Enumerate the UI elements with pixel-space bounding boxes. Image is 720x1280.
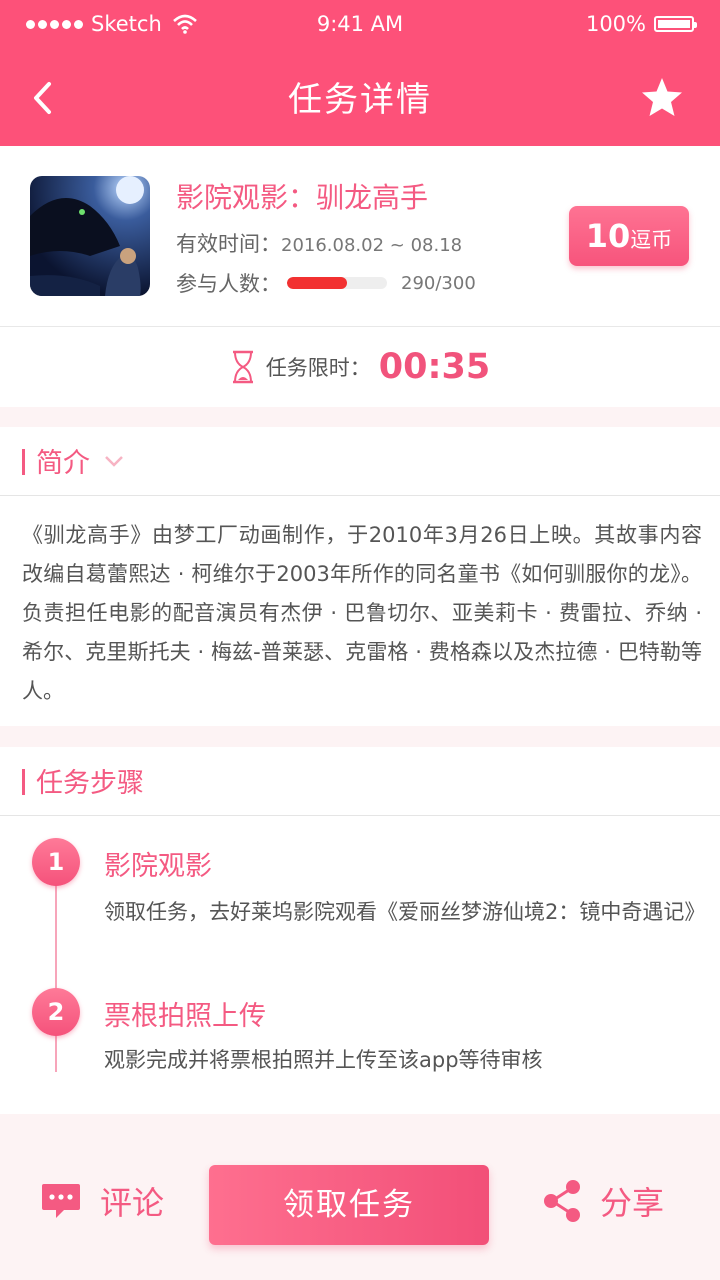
intro-text: 《驯龙高手》由梦工厂动画制作，于2010年3月26日上映。其故事内容改编自葛蕾熙… xyxy=(22,523,702,703)
valid-value: 2016.08.02 ~ 08.18 xyxy=(281,235,463,256)
intro-heading: 简介 xyxy=(36,448,90,479)
reward-badge: 10逗币 xyxy=(569,206,689,266)
step-description: 观影完成并将票根拍照并上传至该app等待审核 xyxy=(104,1048,543,1072)
share-button[interactable]: 分享 xyxy=(542,1178,664,1224)
participants-label: 参与人数： xyxy=(176,272,281,296)
status-bar: Sketch 9:41 AM 100% xyxy=(0,12,720,42)
intro-section-header[interactable]: 简介 xyxy=(0,427,720,496)
section-marker xyxy=(22,449,25,475)
hourglass-icon xyxy=(232,350,253,384)
participants: 参与人数： 290/300 xyxy=(176,268,476,298)
bottom-action-bar: 评论 领取任务 分享 xyxy=(0,1130,720,1280)
task-title: 影院观影：驯龙高手 xyxy=(176,181,429,214)
favorite-button[interactable] xyxy=(640,76,684,118)
task-summary-card: 影院观影：驯龙高手 有效时间：2016.08.02 ~ 08.18 参与人数： … xyxy=(0,146,720,327)
comment-icon xyxy=(42,1184,80,1218)
section-marker xyxy=(22,769,25,795)
step-number: 1 xyxy=(32,838,80,886)
reward-amount: 10 xyxy=(585,217,631,255)
valid-label: 有效时间： xyxy=(176,232,281,256)
comment-label: 评论 xyxy=(100,1184,165,1222)
participants-count: 290/300 xyxy=(401,272,476,294)
share-icon xyxy=(544,1180,580,1222)
step-title: 票根拍照上传 xyxy=(104,1001,266,1032)
battery-percent: 100% xyxy=(585,12,646,36)
page-title: 任务详情 xyxy=(288,80,432,120)
poster-image xyxy=(30,176,150,296)
accept-task-button[interactable]: 领取任务 xyxy=(209,1165,489,1245)
intro-body: 《驯龙高手》由梦工厂动画制作，于2010年3月26日上映。其故事内容改编自葛蕾熙… xyxy=(0,496,720,726)
chevron-down-icon[interactable] xyxy=(104,455,124,467)
participants-progress xyxy=(287,277,387,289)
movie-poster[interactable] xyxy=(30,176,150,296)
steps-section-header: 任务步骤 xyxy=(0,747,720,816)
steps-list: 1 影院观影 领取任务，去好莱坞影院观看《爱丽丝梦游仙境2：镜中奇遇记》 2 票… xyxy=(0,816,720,1114)
task-timer: 任务限时： 00:35 xyxy=(0,327,720,407)
comment-button[interactable]: 评论 xyxy=(40,1178,164,1224)
step-number: 2 xyxy=(32,988,80,1036)
step-connector xyxy=(55,876,57,1072)
timer-label: 任务限时： xyxy=(265,356,371,380)
battery: 100% xyxy=(585,12,697,36)
step-title: 影院观影 xyxy=(104,851,212,882)
timer-value: 00:35 xyxy=(378,347,491,387)
steps-heading: 任务步骤 xyxy=(36,768,144,799)
step-description: 领取任务，去好莱坞影院观看《爱丽丝梦游仙境2：镜中奇遇记》 xyxy=(104,900,706,924)
share-label: 分享 xyxy=(600,1184,665,1222)
battery-icon xyxy=(654,16,697,32)
reward-unit: 逗币 xyxy=(630,228,673,252)
header: Sketch 9:41 AM 100% 任务详情 xyxy=(0,0,720,146)
valid-period: 有效时间：2016.08.02 ~ 08.18 xyxy=(176,228,462,258)
